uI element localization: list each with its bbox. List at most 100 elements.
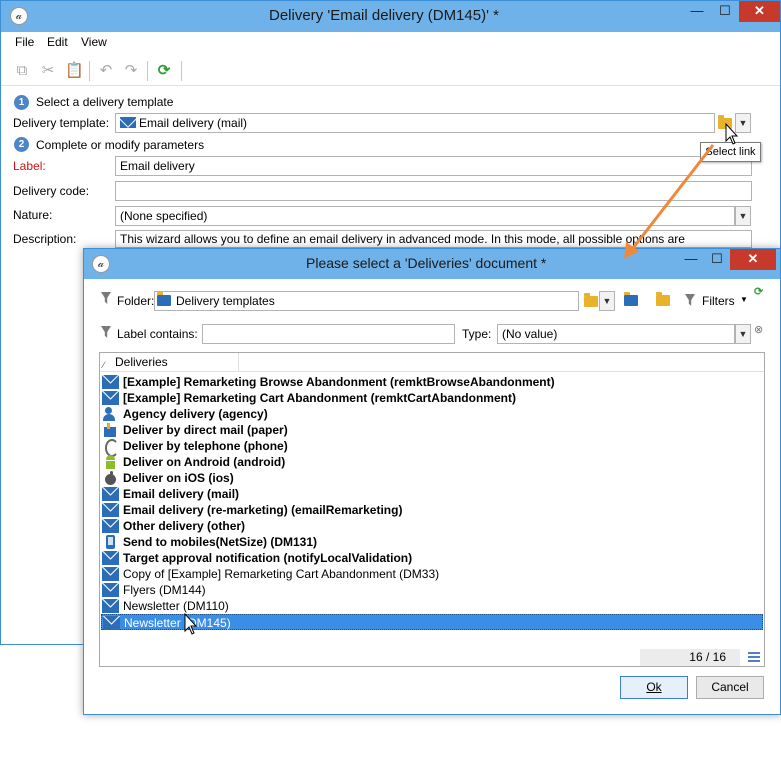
toolbar: ⧉ ✂ 📋 ↶ ↷ ⟳	[1, 56, 780, 86]
step-1-badge: 1	[14, 95, 29, 110]
ok-button[interactable]: Ok	[620, 676, 688, 699]
list-item[interactable]: Newsletter (DM145)	[101, 614, 763, 630]
open-folder-button[interactable]	[656, 292, 670, 309]
filters-dropdown-icon[interactable]: ▼	[740, 295, 748, 304]
close-button[interactable]: ✕	[730, 249, 776, 270]
filter-icon	[101, 292, 111, 304]
minimize-button[interactable]: —	[678, 249, 704, 270]
cut-icon[interactable]: ✂	[39, 62, 57, 80]
filters-icon[interactable]	[685, 294, 695, 306]
list-item[interactable]: Deliver by direct mail (paper)	[101, 422, 763, 438]
maximize-button[interactable]: ☐	[704, 249, 730, 270]
type-select[interactable]: (No value)	[497, 324, 735, 344]
redo-icon[interactable]: ↷	[122, 62, 140, 80]
list-item[interactable]: Deliver by telephone (phone)	[101, 438, 763, 457]
list-item-label: Deliver by direct mail (paper)	[123, 423, 288, 437]
maximize-button[interactable]: ☐	[712, 1, 738, 22]
list-item[interactable]: Flyers (DM144)	[101, 582, 763, 598]
filter-icon	[101, 326, 111, 338]
list-item-label: [Example] Remarketing Browse Abandonment…	[123, 375, 555, 389]
description-textarea[interactable]: This wizard allows you to define an emai…	[115, 230, 752, 248]
list-item-label: Newsletter (DM110)	[123, 599, 229, 613]
select-link-button[interactable]	[718, 115, 732, 132]
list-statusbar: 16 / 16	[100, 649, 764, 666]
nature-label: Nature:	[13, 208, 53, 222]
open-folder-icon	[656, 292, 670, 306]
mail-icon	[102, 583, 119, 597]
menu-edit[interactable]: Edit	[47, 35, 68, 49]
list-item[interactable]: Email delivery (re-marketing) (emailRema…	[101, 502, 763, 518]
cancel-button[interactable]: Cancel	[696, 676, 764, 699]
list-item[interactable]: Email delivery (mail)	[101, 486, 763, 502]
label-input[interactable]: Email delivery	[115, 156, 752, 176]
copy-icon[interactable]: ⧉	[13, 62, 31, 80]
minimize-button[interactable]: —	[684, 1, 710, 22]
list-item[interactable]: [Example] Remarketing Browse Abandonment…	[101, 374, 763, 390]
dialog-titlebar[interactable]: 𝒶 Please select a 'Deliveries' document …	[84, 249, 780, 279]
dm-icon	[102, 423, 119, 437]
label-contains-input[interactable]	[202, 324, 455, 344]
list-header: ⁄ Deliveries	[100, 353, 764, 372]
delivery-code-label: Delivery code:	[13, 184, 90, 198]
sort-icon: ⁄	[103, 360, 105, 370]
delivery-template-dropdown[interactable]: ▼	[735, 113, 751, 133]
agency-icon	[102, 407, 119, 421]
list-item[interactable]: Other delivery (other)	[101, 518, 763, 534]
select-link-tooltip: Select link	[700, 142, 761, 162]
mail-icon	[102, 599, 119, 613]
list-item-label: Send to mobiles(NetSize) (DM131)	[123, 535, 318, 549]
window-title: Delivery 'Email delivery (DM145)' *	[269, 7, 499, 24]
clear-filter-icon[interactable]: ⊗	[754, 323, 763, 336]
delivery-folder-icon	[157, 292, 171, 306]
deliveries-list: ⁄ Deliveries [Example] Remarketing Brows…	[99, 352, 765, 667]
list-item[interactable]: Send to mobiles(NetSize) (DM131)	[101, 534, 763, 550]
mail-icon	[102, 567, 119, 581]
nature-select[interactable]: (None specified)	[115, 206, 735, 226]
menu-file[interactable]: File	[15, 35, 34, 49]
menu-view[interactable]: View	[81, 35, 107, 49]
folder-value: Delivery templates	[176, 294, 275, 308]
list-item-label: Flyers (DM144)	[123, 583, 206, 597]
column-deliveries[interactable]: ⁄ Deliveries	[100, 353, 239, 372]
folder-label: Folder:	[117, 294, 155, 308]
browse-folder-button[interactable]	[584, 293, 598, 310]
refresh-icon[interactable]: ⟳	[754, 285, 763, 298]
list-item-label: Deliver on Android (android)	[123, 455, 286, 469]
mail-icon	[102, 551, 119, 565]
paste-icon[interactable]: 📋	[65, 62, 84, 80]
list-menu-icon[interactable]	[748, 652, 760, 662]
undo-icon[interactable]: ↶	[97, 62, 115, 80]
label-field-label: Label:	[13, 159, 46, 173]
window-titlebar[interactable]: 𝒶 Delivery 'Email delivery (DM145)' * — …	[1, 1, 780, 32]
delivery-template-field[interactable]: Email delivery (mail)	[115, 113, 715, 133]
folder-dropdown[interactable]: ▼	[599, 291, 615, 311]
dialog-title: Please select a 'Deliveries' document *	[306, 255, 547, 271]
list-item-label: Newsletter (DM145)	[124, 616, 231, 630]
list-item[interactable]: Copy of [Example] Remarketing Cart Aband…	[101, 566, 763, 582]
folder-up-button[interactable]	[624, 292, 638, 309]
delivery-code-input[interactable]	[115, 181, 752, 201]
list-item[interactable]: Newsletter (DM110)	[101, 598, 763, 614]
menu-bar: File Edit View	[1, 32, 780, 54]
list-item-label: Copy of [Example] Remarketing Cart Aband…	[123, 567, 440, 581]
refresh-icon[interactable]: ⟳	[155, 62, 173, 80]
list-item-label: Target approval notification (notifyLoca…	[123, 551, 413, 565]
list-item[interactable]: [Example] Remarketing Cart Abandonment (…	[101, 390, 763, 406]
app-icon: 𝒶	[10, 7, 28, 25]
mail-icon	[102, 487, 119, 501]
list-item-label: Email delivery (re-marketing) (emailRema…	[123, 503, 403, 517]
toolbar-separator	[181, 61, 182, 81]
list-item[interactable]: Agency delivery (agency)	[101, 406, 763, 422]
step-2-title: Complete or modify parameters	[36, 138, 205, 152]
folder-field[interactable]: Delivery templates	[154, 291, 579, 311]
nature-dropdown[interactable]: ▼	[735, 206, 751, 226]
list-item[interactable]: Target approval notification (notifyLoca…	[101, 550, 763, 566]
mobile-icon	[102, 535, 119, 549]
list-item[interactable]: Deliver on iOS (ios)	[101, 470, 763, 486]
type-dropdown[interactable]: ▼	[735, 324, 751, 344]
description-label: Description:	[13, 232, 77, 246]
close-button[interactable]: ✕	[739, 1, 780, 22]
list-item-label: [Example] Remarketing Cart Abandonment (…	[123, 391, 516, 405]
list-item[interactable]: Deliver on Android (android)	[101, 454, 763, 470]
filters-button[interactable]: Filters	[702, 294, 735, 308]
